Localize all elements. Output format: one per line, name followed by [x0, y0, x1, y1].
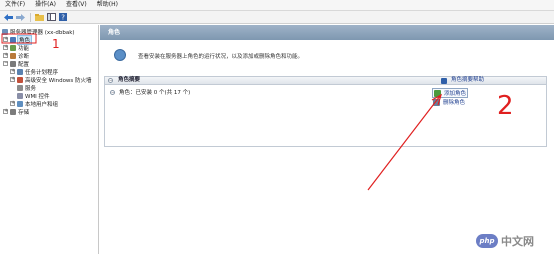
- tree-item-label: 存储: [18, 109, 30, 116]
- expand-icon[interactable]: +: [3, 45, 8, 50]
- firewall-icon: [17, 76, 23, 83]
- roles-info-icon: [114, 49, 126, 61]
- toolbar-separator: [30, 12, 31, 22]
- tree-item-configuration[interactable]: − 配置: [3, 60, 30, 68]
- expand-icon[interactable]: +: [10, 101, 15, 106]
- tree-item-label: 角色: [16, 34, 33, 45]
- svg-text:?: ?: [61, 14, 65, 22]
- roles-installed-status: 角色：已安装 0 个(共 17 个): [119, 90, 191, 96]
- collapse-icon[interactable]: −: [108, 78, 113, 83]
- configuration-icon: [10, 60, 16, 67]
- main-panel: 角色 查看安装在服务器上角色的运行状况，以及添加或删除角色和功能。 − 角色摘要…: [100, 25, 554, 254]
- menu-view[interactable]: 查看(V): [61, 0, 92, 10]
- task-scheduler-icon: [17, 68, 23, 75]
- add-roles-link[interactable]: 添加角色: [432, 88, 469, 98]
- remove-roles-icon: [433, 98, 440, 106]
- help-icon[interactable]: [441, 78, 447, 84]
- tree-item-features[interactable]: + 功能: [3, 44, 30, 52]
- console-tree-icon[interactable]: [46, 13, 56, 22]
- roles-icon: [10, 36, 16, 43]
- users-groups-icon: [17, 100, 23, 107]
- tree-item-label: 高级安全 Windows 防火墙: [25, 77, 92, 84]
- roles-summary-help-link[interactable]: 角色摘要帮助: [451, 77, 484, 84]
- menu-help[interactable]: 帮助(H): [92, 0, 123, 10]
- expand-icon[interactable]: +: [3, 37, 8, 42]
- expand-icon[interactable]: +: [3, 53, 8, 58]
- tree-item-firewall[interactable]: + 高级安全 Windows 防火墙: [10, 76, 92, 84]
- tree-item-label: 任务计划程序: [25, 69, 59, 76]
- add-roles-icon: [434, 89, 441, 97]
- server-manager-icon: [2, 28, 8, 35]
- tree-item-label: 服务: [25, 85, 37, 92]
- tree-item-diagnostics[interactable]: + 诊断: [3, 52, 30, 60]
- console-tree: 服务器管理器 (xx-dbbak) + 角色 + 功能 + 诊断 − 配置 + …: [0, 25, 99, 254]
- expand-icon[interactable]: +: [10, 77, 15, 82]
- tree-item-task-scheduler[interactable]: + 任务计划程序: [10, 68, 59, 76]
- help-icon[interactable]: ?: [58, 13, 68, 22]
- intro-text: 查看安装在服务器上角色的运行状况，以及添加或删除角色和功能。: [138, 54, 304, 60]
- tree-item-storage[interactable]: + 存储: [3, 108, 30, 116]
- diagnostics-icon: [10, 52, 16, 59]
- folder-up-icon[interactable]: [34, 13, 44, 22]
- roles-summary-title: 角色摘要: [118, 77, 141, 83]
- menu-bar: 文件(F) 操作(A) 查看(V) 帮助(H): [0, 0, 554, 11]
- tree-root[interactable]: 服务器管理器 (xx-dbbak): [2, 28, 75, 36]
- tree-item-roles[interactable]: + 角色: [3, 34, 33, 45]
- back-icon[interactable]: [3, 13, 13, 22]
- tree-item-users-groups[interactable]: + 本地用户和组: [10, 100, 59, 108]
- watermark-text: 中文网: [501, 235, 534, 248]
- tree-item-services[interactable]: 服务: [17, 84, 37, 92]
- storage-icon: [10, 108, 16, 115]
- watermark: php 中文网: [476, 232, 552, 250]
- php-logo: php: [476, 234, 498, 248]
- features-icon: [10, 44, 16, 51]
- wmi-icon: [17, 92, 23, 99]
- tree-item-label: WMI 控件: [25, 93, 50, 100]
- tree-item-label: 诊断: [18, 53, 30, 60]
- expand-icon[interactable]: +: [10, 69, 15, 74]
- menu-file[interactable]: 文件(F): [0, 0, 30, 10]
- expand-icon[interactable]: +: [3, 109, 8, 114]
- roles-summary-header[interactable]: − 角色摘要 角色摘要帮助: [104, 76, 547, 85]
- roles-summary-body: − 角色：已安装 0 个(共 17 个) 添加角色 删除角色: [104, 85, 547, 147]
- remove-roles-link[interactable]: 删除角色: [433, 98, 465, 106]
- tree-item-label: 配置: [18, 61, 30, 68]
- tree-root-label: 服务器管理器 (xx-dbbak): [10, 29, 75, 36]
- services-icon: [17, 84, 23, 91]
- tree-item-label: 功能: [18, 45, 30, 52]
- collapse-icon[interactable]: −: [110, 90, 115, 95]
- forward-icon[interactable]: [15, 13, 25, 22]
- remove-roles-label: 删除角色: [443, 100, 466, 106]
- add-roles-label: 添加角色: [444, 91, 467, 97]
- collapse-icon[interactable]: −: [3, 61, 8, 66]
- toolbar: ?: [0, 11, 554, 24]
- page-title: 角色: [100, 25, 554, 40]
- tree-item-wmi[interactable]: WMI 控件: [17, 92, 50, 100]
- tree-item-label: 本地用户和组: [25, 101, 59, 108]
- menu-action[interactable]: 操作(A): [30, 0, 61, 10]
